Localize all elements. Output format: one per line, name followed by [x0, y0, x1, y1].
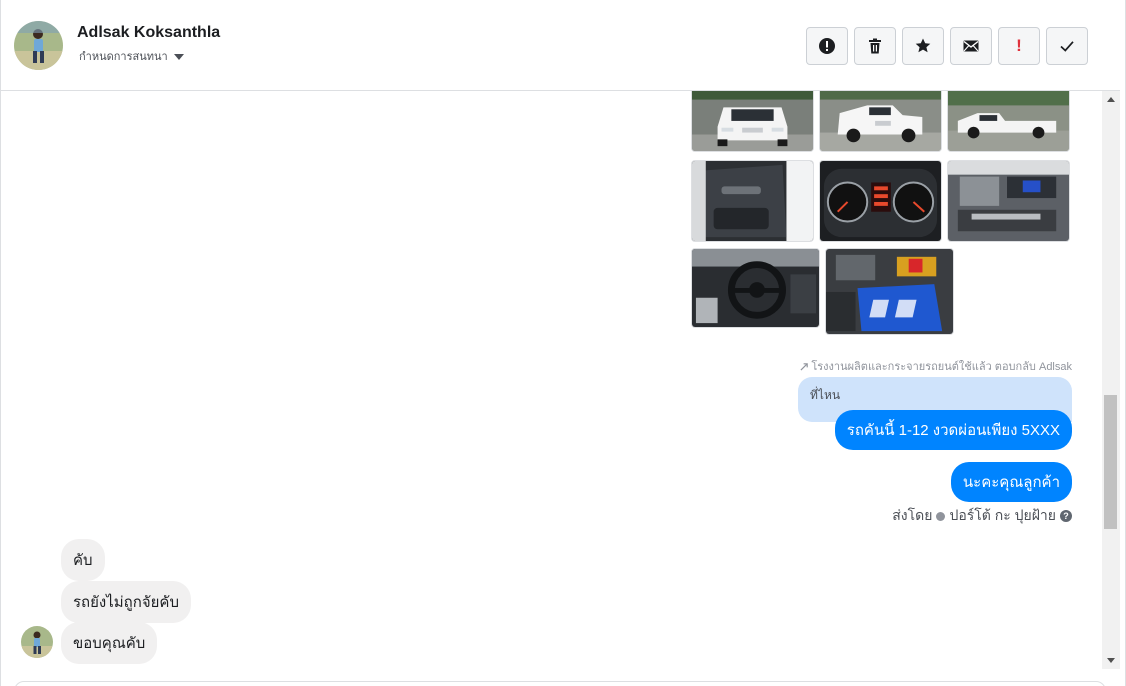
- star-icon: [915, 38, 931, 53]
- conversation-options-label: กำหนดการสนทนา: [79, 51, 168, 63]
- messenger-window: Adlsak Koksanthla กำหนดการสนทนา ! โรงงาน…: [0, 0, 1126, 686]
- envelope-icon: [963, 40, 979, 52]
- caret-down-icon: [173, 53, 184, 60]
- photo-white-pickup-side[interactable]: [819, 91, 942, 152]
- delete-button[interactable]: [854, 27, 896, 65]
- trash-icon: [869, 38, 881, 54]
- reply-note-text: โรงงานผลิตและกระจายรถยนต์ใช้แล้ว ตอบกลับ…: [811, 361, 1072, 373]
- avatar[interactable]: [14, 21, 63, 70]
- reply-arrow-icon: [800, 362, 809, 371]
- photo-white-pickup-lot[interactable]: [947, 91, 1070, 152]
- message-list[interactable]: โรงงานผลิตและกระจายรถยนต์ใช้แล้ว ตอบกลับ…: [1, 91, 1102, 671]
- reply-note: โรงงานผลิตและกระจายรถยนต์ใช้แล้ว ตอบกลับ…: [800, 357, 1072, 375]
- photo-steering-wheel[interactable]: [691, 248, 820, 328]
- exclamation-circle-icon: [819, 38, 835, 54]
- photo-engine-blue-cover[interactable]: [825, 248, 954, 335]
- outgoing-message[interactable]: นะคะคุณลูกค้า: [950, 462, 1072, 502]
- conversation-header: Adlsak Koksanthla กำหนดการสนทนา !: [1, 0, 1120, 91]
- scroll-up-arrow-icon[interactable]: [1107, 97, 1115, 102]
- photo-dashboard-gauges[interactable]: [819, 160, 942, 242]
- mark-unread-button[interactable]: [950, 27, 992, 65]
- mark-done-button[interactable]: [1046, 27, 1088, 65]
- mark-spam-button[interactable]: !: [998, 27, 1040, 65]
- sent-by-name[interactable]: ปอร์โต้ กะ ปุยฝ้าย: [949, 505, 1056, 527]
- message-composer[interactable]: [14, 681, 1106, 686]
- help-icon[interactable]: ?: [1060, 510, 1072, 522]
- scroll-down-arrow-icon[interactable]: [1107, 658, 1115, 663]
- verified-dot-icon: [936, 511, 946, 521]
- sent-by-line: ส่งโดย ปอร์โต้ กะ ปุยฝ้าย ?: [892, 505, 1072, 527]
- red-exclamation-icon: !: [1016, 36, 1022, 55]
- scrollbar-thumb[interactable]: [1104, 395, 1117, 529]
- star-button[interactable]: [902, 27, 944, 65]
- outgoing-message[interactable]: รถคันนี้ 1-12 งวดผ่อนเพียง 5XXX: [834, 410, 1072, 450]
- report-button[interactable]: [806, 27, 848, 65]
- sent-by-label: ส่งโดย: [892, 507, 933, 523]
- photo-white-pickup-front[interactable]: [691, 91, 814, 152]
- incoming-message[interactable]: รถยังไม่ถูกจัยคับ: [61, 581, 191, 623]
- header-actions: !: [806, 27, 1088, 65]
- conversation-options-dropdown[interactable]: กำหนดการสนทนา: [79, 47, 184, 65]
- contact-name[interactable]: Adlsak Koksanthla: [77, 24, 220, 42]
- photo-engine-bay[interactable]: [947, 160, 1070, 242]
- checkmark-icon: [1060, 41, 1074, 52]
- quoted-message-text: ที่ไหน: [810, 388, 841, 402]
- photo-door-interior[interactable]: [691, 160, 814, 242]
- sender-avatar[interactable]: [21, 626, 53, 658]
- incoming-message[interactable]: ขอบคุณคับ: [61, 622, 158, 664]
- incoming-message[interactable]: คับ: [61, 539, 105, 581]
- message-scrollbar[interactable]: [1102, 91, 1120, 669]
